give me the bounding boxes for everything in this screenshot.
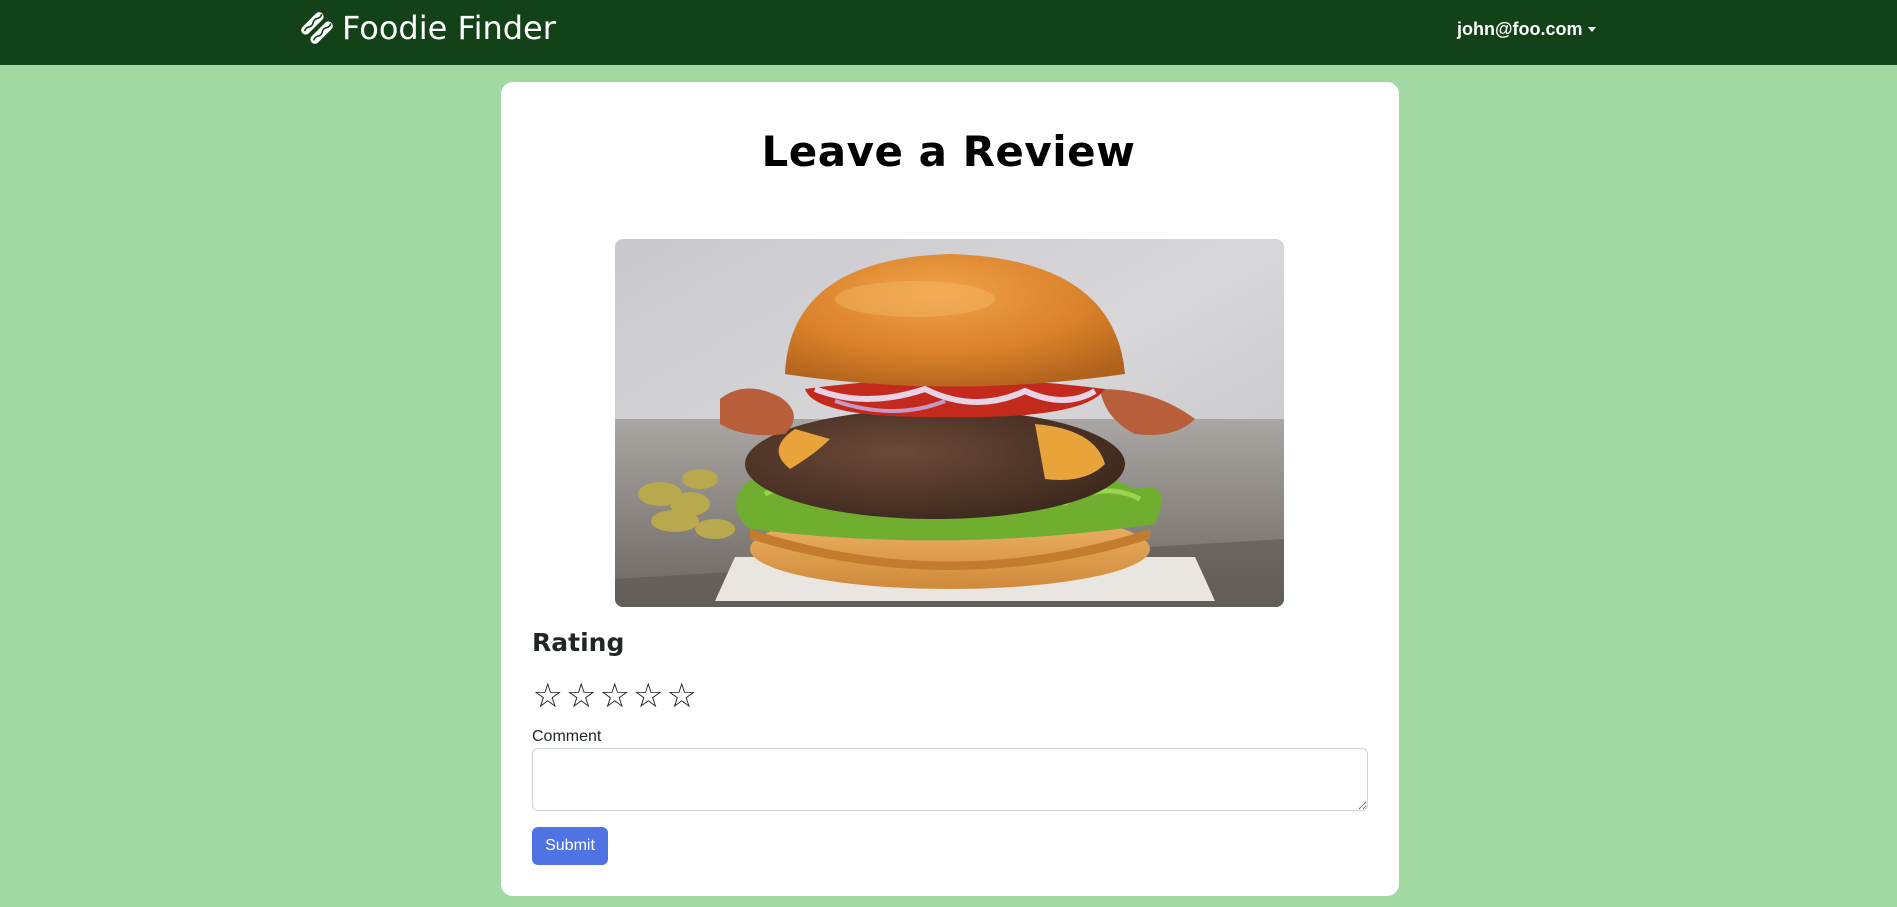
- submit-button[interactable]: Submit: [532, 827, 608, 865]
- page-title: Leave a Review: [761, 127, 1136, 176]
- burger-image: [615, 239, 1284, 607]
- comment-label: Comment: [532, 728, 602, 745]
- user-dropdown[interactable]: john@foo.com: [1457, 17, 1596, 41]
- caret-down-icon: [1587, 26, 1596, 32]
- star-5-icon[interactable]: ☆: [665, 676, 699, 716]
- navbar: Foodie Finder john@foo.com: [0, 0, 1897, 65]
- star-2-icon[interactable]: ☆: [565, 676, 599, 716]
- star-1-icon[interactable]: ☆: [531, 676, 565, 716]
- star-rating: ☆ ☆ ☆ ☆ ☆: [531, 676, 699, 716]
- rating-label: Rating: [532, 628, 625, 657]
- star-3-icon[interactable]: ☆: [598, 676, 632, 716]
- user-email: john@foo.com: [1457, 18, 1583, 39]
- brand-link[interactable]: Foodie Finder: [300, 8, 556, 48]
- hotdog-icon: [300, 11, 334, 45]
- star-4-icon[interactable]: ☆: [632, 676, 666, 716]
- comment-field[interactable]: [532, 748, 1368, 811]
- brand-title: Foodie Finder: [342, 9, 556, 47]
